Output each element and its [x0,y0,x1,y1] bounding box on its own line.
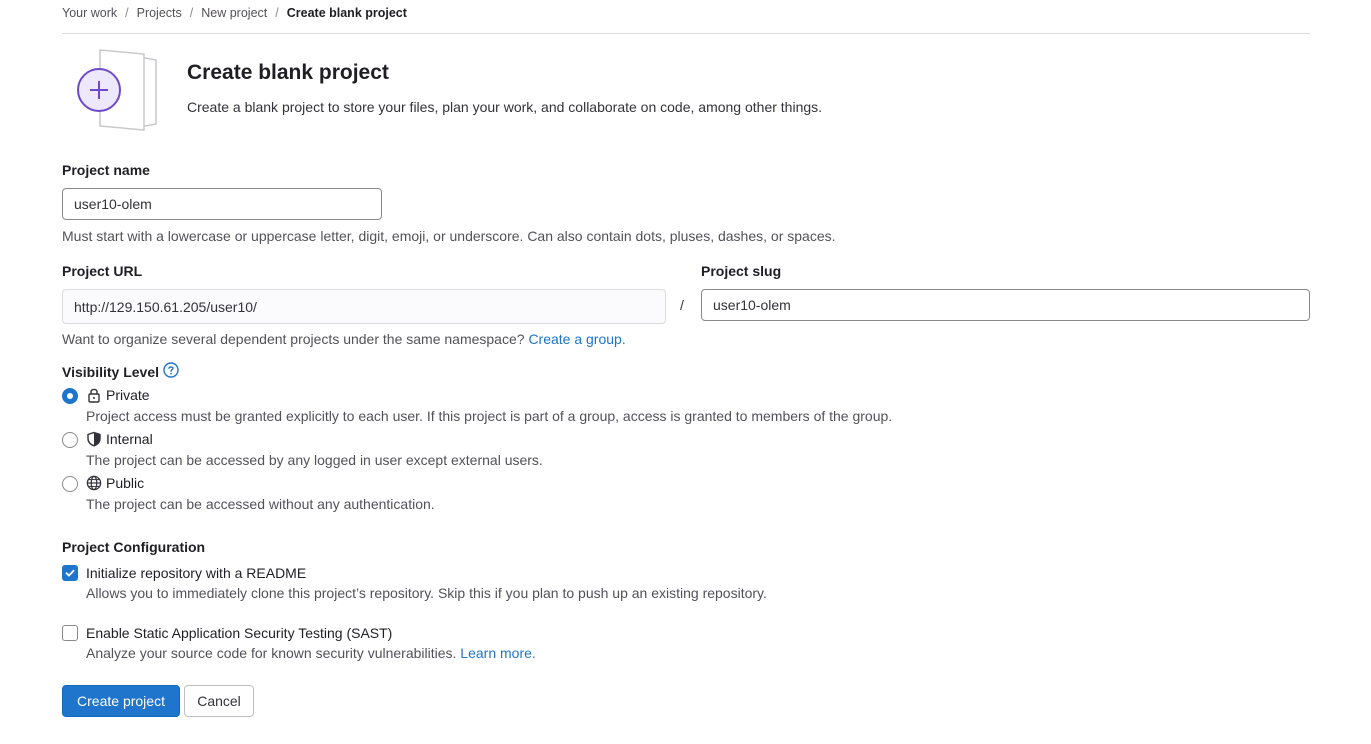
project-url-label: Project URL [62,263,143,279]
breadcrumb-separator: / [189,6,194,20]
visibility-internal-radio[interactable] [62,432,78,448]
page-description: Create a blank project to store your fil… [187,99,823,115]
option-label: Private [106,387,150,403]
check-icon [65,569,75,577]
project-configuration-heading: Project Configuration [62,539,206,555]
cancel-button[interactable]: Cancel [184,685,254,717]
project-slug-input[interactable] [701,289,1310,321]
blank-project-illustration-icon [76,48,160,132]
visibility-public-description: The project can be accessed without any … [86,496,435,512]
project-url-help-text: Want to organize several dependent proje… [62,331,525,347]
sast-label[interactable]: Enable Static Application Security Testi… [86,625,392,641]
project-name-input[interactable] [62,188,382,220]
visibility-internal-label[interactable]: Internal [86,431,153,447]
project-slug-label: Project slug [701,263,782,279]
visibility-level-label: Visibility Level [62,363,160,380]
project-url-input[interactable] [62,289,666,324]
readme-checkbox[interactable] [62,565,78,581]
breadcrumb-separator: / [125,6,129,20]
visibility-level-heading: Visibility Level [62,362,179,381]
visibility-internal-description: The project can be accessed by any logge… [86,452,543,468]
page-title: Create blank project [187,61,389,84]
breadcrumb-current: Create blank project [286,6,407,20]
visibility-public-label[interactable]: Public [86,475,144,491]
shield-icon [86,431,102,447]
sast-description-text: Analyze your source code for known secur… [86,645,457,661]
breadcrumb-projects[interactable]: Projects [137,6,182,20]
sast-checkbox[interactable] [62,625,78,641]
visibility-private-label[interactable]: Private [86,387,150,403]
project-url-help: Want to organize several dependent proje… [62,331,626,347]
readme-description: Allows you to immediately clone this pro… [86,585,767,601]
help-icon[interactable] [163,362,179,381]
url-slug-separator: / [680,297,684,313]
breadcrumb: Your work / Projects / New project / Cre… [62,4,407,22]
visibility-private-radio[interactable] [62,388,78,404]
visibility-public-radio[interactable] [62,476,78,492]
visibility-private-description: Project access must be granted explicitl… [86,408,893,424]
project-name-label: Project name [62,162,150,178]
create-project-button[interactable]: Create project [62,685,180,717]
readme-label[interactable]: Initialize repository with a README [86,565,306,581]
sast-description: Analyze your source code for known secur… [86,645,536,661]
lock-icon [86,387,102,403]
create-group-link[interactable]: Create a group. [528,331,625,347]
breadcrumb-new-project[interactable]: New project [201,6,267,20]
option-label: Public [106,475,145,491]
globe-icon [86,475,102,491]
learn-more-link[interactable]: Learn more. [460,645,535,661]
project-name-help: Must start with a lowercase or uppercase… [62,228,836,244]
breadcrumb-your-work[interactable]: Your work [62,6,117,20]
breadcrumb-separator: / [275,6,279,20]
header-divider [62,33,1310,34]
option-label: Internal [106,431,153,447]
